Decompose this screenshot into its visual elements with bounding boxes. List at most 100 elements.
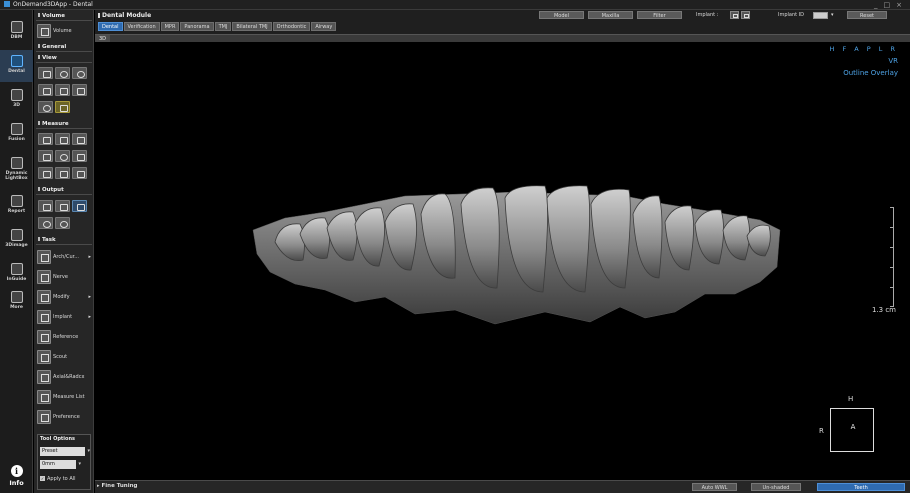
info-label: Info — [9, 479, 24, 487]
task-reference[interactable]: Reference — [37, 329, 93, 345]
tab-mpr[interactable]: MPR — [160, 22, 180, 31]
orientation-top-label: H — [848, 395, 854, 403]
orientation-cube[interactable]: A — [830, 408, 874, 452]
apply-to-all-checkbox[interactable]: ✓ Apply to All — [40, 476, 76, 482]
task-label: Nerve — [53, 274, 68, 280]
dental-3d-model[interactable] — [245, 182, 785, 332]
left-nav: DBM Dental 3D Fusion Dynamic LightBox Re… — [0, 10, 33, 493]
disc-tool-button[interactable] — [55, 217, 70, 229]
tools-tool-button[interactable] — [72, 150, 87, 162]
nav-lightbox[interactable]: Dynamic LightBox — [0, 152, 33, 184]
implant-add-icon[interactable] — [730, 11, 739, 19]
task-scout[interactable]: Scout — [37, 349, 93, 365]
nav-dbm-label: DBM — [10, 35, 23, 40]
image-icon — [10, 229, 23, 241]
reference-icon — [37, 330, 51, 344]
auto-wwl-button[interactable]: Auto WWL — [692, 483, 737, 491]
orientation-center-label: A — [850, 423, 856, 431]
nav-lightbox-label: Dynamic LightBox — [5, 171, 28, 181]
sound-tool-button[interactable] — [55, 150, 70, 162]
filter-button[interactable]: Filter — [637, 11, 682, 19]
implant-library-icon[interactable] — [741, 11, 750, 19]
nav-more[interactable]: More — [0, 286, 33, 318]
unshaded-button[interactable]: Un-shaded — [751, 483, 801, 491]
implant-id-field[interactable] — [813, 12, 828, 19]
task-measure-list[interactable]: Measure List — [37, 389, 93, 405]
maxilla-button[interactable]: Maxilla — [588, 11, 633, 19]
tab-tmj[interactable]: TMJ — [214, 22, 232, 31]
pan-tool-button[interactable] — [55, 84, 70, 96]
nav-more-label: More — [10, 305, 23, 310]
axial-icon — [37, 370, 51, 384]
nav-3d[interactable]: 3D — [0, 84, 33, 116]
info-button[interactable]: i Info — [0, 465, 33, 487]
tab-orthodontic[interactable]: Orthodontic — [272, 22, 311, 31]
tab-airway[interactable]: Airway — [311, 22, 337, 31]
delete-tool-button[interactable] — [72, 167, 87, 179]
output-section-header: Output — [36, 187, 92, 195]
ruler-tool-button[interactable] — [38, 133, 53, 145]
chevron-down-icon: ▾ — [87, 448, 90, 454]
tab-dental[interactable]: Dental — [98, 22, 123, 31]
check-icon: ✓ — [40, 476, 45, 481]
tab-bilateral-tmj[interactable]: Bilateral TMJ — [232, 22, 272, 31]
task-label: Scout — [53, 354, 68, 360]
submenu-arrow-icon: ▸ — [88, 294, 91, 300]
tab-panorama[interactable]: Panorama — [180, 22, 214, 31]
print-tool-button[interactable] — [55, 200, 70, 212]
orientation-letters[interactable]: H F A P L R — [830, 45, 898, 53]
angle-tool-button[interactable] — [55, 133, 70, 145]
volume-section-header: Volume — [36, 13, 92, 21]
orientation-left-label: R — [819, 427, 824, 435]
reset-view-tool-button[interactable] — [72, 84, 87, 96]
capture-tool-button[interactable] — [38, 200, 53, 212]
bottom-bar: Fine Tuning Auto WWL Un-shaded Teeth — [95, 480, 910, 493]
pencil-tool-button[interactable] — [55, 167, 70, 179]
preset-value: Preset — [42, 448, 58, 454]
preset-dropdown[interactable]: Preset ▾ — [40, 447, 90, 456]
task-arch-curve[interactable]: Arch/Cur... ▸ — [37, 249, 93, 265]
task-nerve[interactable]: Nerve — [37, 269, 93, 285]
render-mode-label[interactable]: VR — [888, 57, 898, 65]
apply-to-all-label: Apply to All — [47, 476, 76, 482]
nav-report-label: Report — [7, 209, 26, 214]
task-axial[interactable]: Axial&Radcx — [37, 369, 93, 385]
zoom-tool-button[interactable] — [55, 67, 70, 79]
curve-tool-button[interactable] — [72, 133, 87, 145]
measure-section-header: Measure — [36, 121, 92, 129]
scissors-tool-button[interactable] — [38, 84, 53, 96]
nav-3dimage[interactable]: 3Dimage — [0, 224, 33, 256]
nav-dental[interactable]: Dental — [0, 50, 33, 82]
arrow-tool-button[interactable] — [38, 167, 53, 179]
face-tool-button[interactable] — [38, 101, 53, 113]
highlight-tool-button[interactable] — [55, 101, 70, 113]
submenu-arrow-icon: ▸ — [88, 314, 91, 320]
module-tabs: Dental Verification MPR Panorama TMJ Bil… — [98, 22, 337, 31]
volume-button[interactable]: Volume — [37, 23, 93, 39]
overlay-mode-label[interactable]: Outline Overlay — [843, 69, 898, 77]
task-preference[interactable]: Preference — [37, 409, 93, 425]
reset-button[interactable]: Reset — [847, 11, 887, 19]
task-modify[interactable]: Modify ▸ — [37, 289, 93, 305]
area-tool-button[interactable] — [38, 150, 53, 162]
contrast-tool-button[interactable] — [72, 67, 87, 79]
fine-tuning-toggle[interactable]: Fine Tuning — [97, 483, 138, 489]
movie-tool-button[interactable] — [38, 217, 53, 229]
unit-value: 0mm — [42, 461, 55, 467]
tab-verification[interactable]: Verification — [123, 22, 160, 31]
task-implant[interactable]: Implant ▸ — [37, 309, 93, 325]
rotate-tool-button[interactable] — [38, 67, 53, 79]
export-tool-button[interactable] — [72, 200, 87, 212]
nav-dbm[interactable]: DBM — [0, 16, 33, 48]
viewport-3d[interactable]: H F A P L R VR Outline Overlay 1.3 cm H … — [95, 42, 910, 480]
info-icon: i — [10, 465, 23, 477]
chevron-down-icon[interactable]: ▾ — [831, 12, 834, 18]
model-button[interactable]: Model — [539, 11, 584, 19]
window-controls[interactable]: _□× — [874, 0, 908, 10]
teeth-button[interactable]: Teeth — [817, 483, 905, 491]
nav-report[interactable]: Report — [0, 190, 33, 222]
window-titlebar: OnDemand3DApp - Dental _□× — [0, 0, 910, 10]
tool-panel: Volume Volume General View Measure Outpu… — [34, 10, 94, 493]
nav-fusion[interactable]: Fusion — [0, 118, 33, 150]
unit-dropdown[interactable]: 0mm ▾ — [40, 460, 81, 469]
